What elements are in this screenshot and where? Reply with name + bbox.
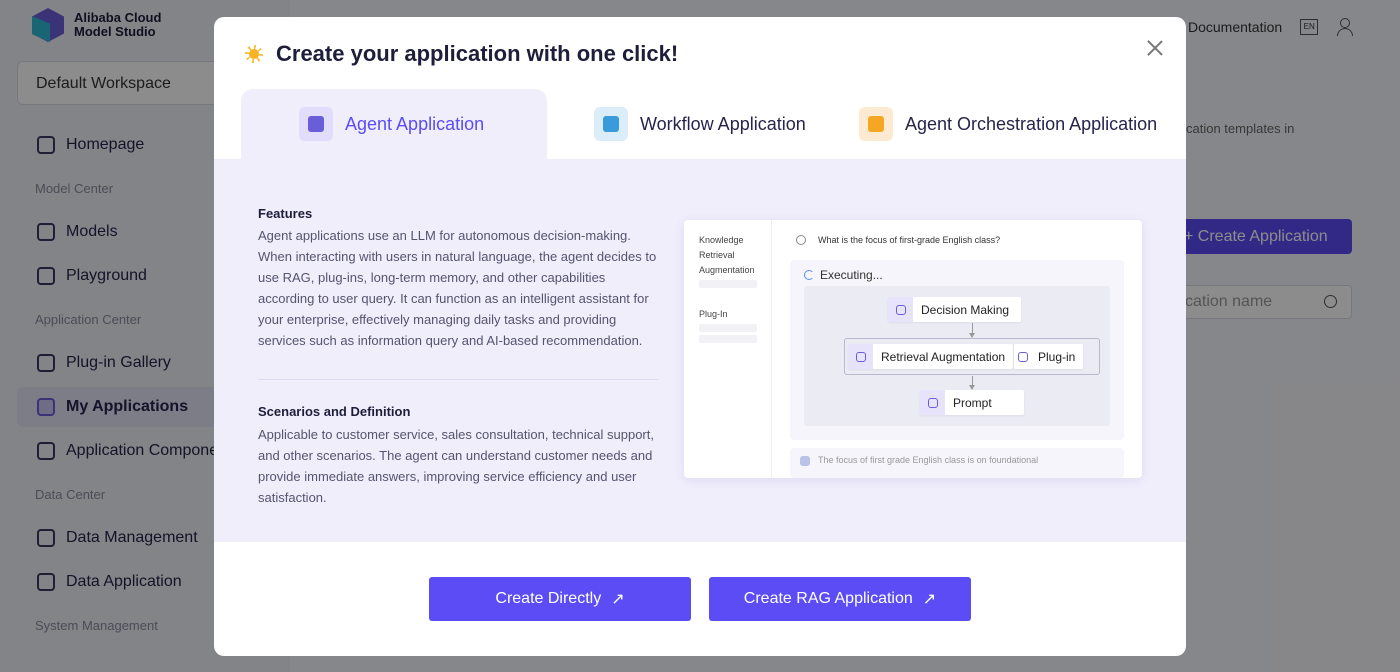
flow-diagram: Decision Making Retrieval Augmentation P… — [804, 286, 1110, 426]
agent-icon — [299, 107, 333, 141]
close-icon[interactable] — [1147, 40, 1163, 56]
divider — [258, 379, 658, 380]
node-retrieval-augmentation: Retrieval Augmentation — [848, 344, 1014, 369]
retrieval-icon — [848, 344, 873, 369]
node-plugin: Plug-in — [1014, 344, 1084, 369]
tab-label: Agent Application — [345, 113, 485, 134]
tab-label: Workflow Application — [640, 113, 806, 134]
create-application-modal: Create your application with one click! … — [214, 17, 1186, 656]
user-icon — [796, 235, 806, 245]
plugin-label: Plug-In — [699, 309, 728, 319]
illustration-question: What is the focus of first-grade English… — [796, 235, 1000, 245]
create-rag-application-button[interactable]: Create RAG Application ↗ — [709, 577, 971, 621]
scenarios-heading: Scenarios and Definition — [258, 404, 411, 419]
orchestration-icon — [859, 107, 893, 141]
node-prompt: Prompt — [920, 390, 1024, 415]
loading-icon — [804, 270, 814, 280]
features-heading: Features — [258, 206, 313, 221]
assistant-icon — [800, 456, 810, 466]
arrow-up-right-icon: ↗ — [922, 591, 937, 608]
agent-illustration: Knowledge Retrieval Augmentation Plug-In… — [684, 220, 1142, 478]
execution-status: Executing... — [804, 268, 883, 282]
create-directly-button[interactable]: Create Directly ↗ — [429, 577, 691, 621]
tab-agent-application[interactable]: Agent Application — [241, 89, 547, 159]
illustration-execution: Executing... Decision Making Retrieval A… — [790, 260, 1124, 440]
scenarios-text: Applicable to customer service, sales co… — [258, 427, 654, 505]
knowledge-label: Knowledge Retrieval Augmentation — [699, 235, 755, 275]
flow-arrow — [969, 376, 975, 390]
features-text: Agent applications use an LLM for autono… — [258, 228, 657, 348]
tab-label: Agent Orchestration Application — [905, 113, 1158, 134]
brain-icon — [888, 297, 913, 322]
arrow-up-right-icon: ↗ — [611, 591, 625, 608]
workflow-icon — [594, 107, 628, 141]
plugin-icon — [1014, 344, 1032, 369]
illustration-sidebar: Knowledge Retrieval Augmentation Plug-In — [684, 220, 772, 478]
prompt-icon — [920, 390, 945, 415]
illustration-answer: The focus of first grade English class i… — [790, 448, 1124, 478]
modal-title: Create your application with one click! — [243, 41, 678, 67]
tab-workflow-application[interactable]: Workflow Application — [594, 89, 806, 159]
tab-agent-orchestration-application[interactable]: Agent Orchestration Application — [859, 89, 1157, 159]
tab-panel: Features Agent applications use an LLM f… — [214, 159, 1186, 542]
sun-icon — [243, 43, 265, 65]
node-decision-making: Decision Making — [888, 297, 1022, 322]
flow-arrow — [969, 323, 975, 338]
